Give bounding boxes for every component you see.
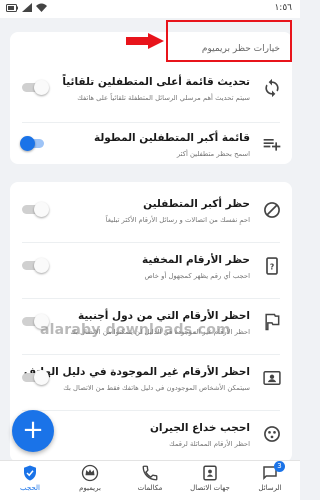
nav-premium[interactable]: بريميوم bbox=[60, 464, 120, 500]
status-time: ١:٥٦ bbox=[274, 3, 292, 13]
shield-check-icon bbox=[21, 464, 39, 482]
contacts-icon bbox=[201, 464, 219, 482]
neighbor-spoof-icon bbox=[264, 426, 280, 442]
block-icon bbox=[264, 202, 280, 218]
svg-text:?: ? bbox=[270, 262, 274, 271]
unknown-number-icon: ? bbox=[266, 257, 278, 275]
setting-title: تحديث قائمة أعلى المتطفلين تلقائياً bbox=[62, 76, 250, 88]
extended-list-toggle[interactable] bbox=[20, 136, 46, 151]
setting-title: احظر الأرقام غير الموجودة في دليل الهاتف bbox=[23, 366, 250, 378]
divider bbox=[22, 298, 280, 299]
red-arrow-icon bbox=[126, 33, 164, 49]
flag-icon bbox=[265, 313, 280, 331]
divider bbox=[22, 242, 280, 243]
block-top-spammers-toggle[interactable] bbox=[20, 202, 49, 217]
watermark-text: alaraby downloads.com bbox=[40, 322, 231, 338]
nav-label: الرسائل bbox=[258, 484, 282, 492]
messages-badge: 3 bbox=[274, 461, 285, 472]
nav-messages[interactable]: 3 الرسائل bbox=[240, 461, 300, 500]
setting-description: احمِ نفسك من اتصالات و رسائل الأرقام الأ… bbox=[105, 216, 250, 224]
status-bar: ١:٥٦ bbox=[0, 0, 300, 18]
setting-row-hidden-numbers[interactable]: حظر الأرقام المخفية احجب أي رقم يظهر كمج… bbox=[10, 250, 292, 290]
battery-icon bbox=[6, 3, 18, 12]
playlist-add-icon bbox=[263, 139, 281, 151]
setting-row-extended-list[interactable]: قائمة أكبر المتطفلين المطولة اسمح بحظر م… bbox=[10, 128, 292, 168]
non-contacts-toggle[interactable] bbox=[20, 370, 49, 385]
sync-icon bbox=[265, 78, 279, 98]
divider bbox=[22, 354, 280, 355]
setting-description: احظر الأرقام المماثلة لرقمك bbox=[169, 440, 250, 448]
wifi-icon bbox=[36, 3, 47, 12]
hidden-numbers-toggle[interactable] bbox=[20, 258, 49, 273]
divider bbox=[22, 122, 280, 123]
contact-card-icon bbox=[263, 371, 281, 385]
setting-description: سيتم تحديث أهم مرسلي الرسائل المتطفلة تل… bbox=[77, 94, 250, 102]
nav-contacts[interactable]: جهات الاتصال bbox=[180, 464, 240, 500]
setting-title: قائمة أكبر المتطفلين المطولة bbox=[93, 132, 250, 144]
nav-label: بريميوم bbox=[79, 484, 101, 492]
signal-icon bbox=[22, 3, 32, 12]
nav-blocking[interactable]: الحجب bbox=[0, 464, 60, 500]
bottom-nav: 3 الرسائل جهات الاتصال مكالمات بريميوم ا… bbox=[0, 460, 300, 500]
setting-row-non-contacts[interactable]: احظر الأرقام غير الموجودة في دليل الهاتف… bbox=[10, 362, 292, 402]
auto-update-toggle[interactable] bbox=[20, 80, 49, 95]
setting-description: احجب أي رقم يظهر كمجهول أو خاص bbox=[144, 272, 250, 280]
nav-label: مكالمات bbox=[137, 484, 163, 492]
divider bbox=[22, 410, 280, 411]
setting-title: احجب خداع الجيران bbox=[149, 422, 250, 434]
highlight-box bbox=[166, 20, 292, 62]
messages-icon: 3 bbox=[261, 461, 285, 482]
setting-description: اسمح بحظر متطفلين أكثر bbox=[176, 150, 250, 158]
setting-row-block-top-spammers[interactable]: حظر أكبر المتطفلين احمِ نفسك من اتصالات … bbox=[10, 194, 292, 234]
add-button[interactable]: + bbox=[12, 410, 54, 452]
setting-title: حظر أكبر المتطفلين bbox=[143, 198, 250, 210]
status-icons bbox=[6, 3, 47, 12]
crown-icon bbox=[81, 464, 99, 482]
setting-title: احظر الأرقام التي من دول أجنبية bbox=[78, 310, 250, 322]
setting-title: حظر الأرقام المخفية bbox=[142, 254, 250, 266]
nav-label: الحجب bbox=[20, 484, 40, 492]
phone-icon bbox=[141, 464, 159, 482]
setting-row-auto-update[interactable]: تحديث قائمة أعلى المتطفلين تلقائياً سيتم… bbox=[10, 72, 292, 112]
nav-label: جهات الاتصال bbox=[190, 484, 230, 492]
setting-description: سيتمكن الأشخاص الموجودون في دليل هاتفك ف… bbox=[63, 384, 250, 392]
nav-calls[interactable]: مكالمات bbox=[120, 464, 180, 500]
